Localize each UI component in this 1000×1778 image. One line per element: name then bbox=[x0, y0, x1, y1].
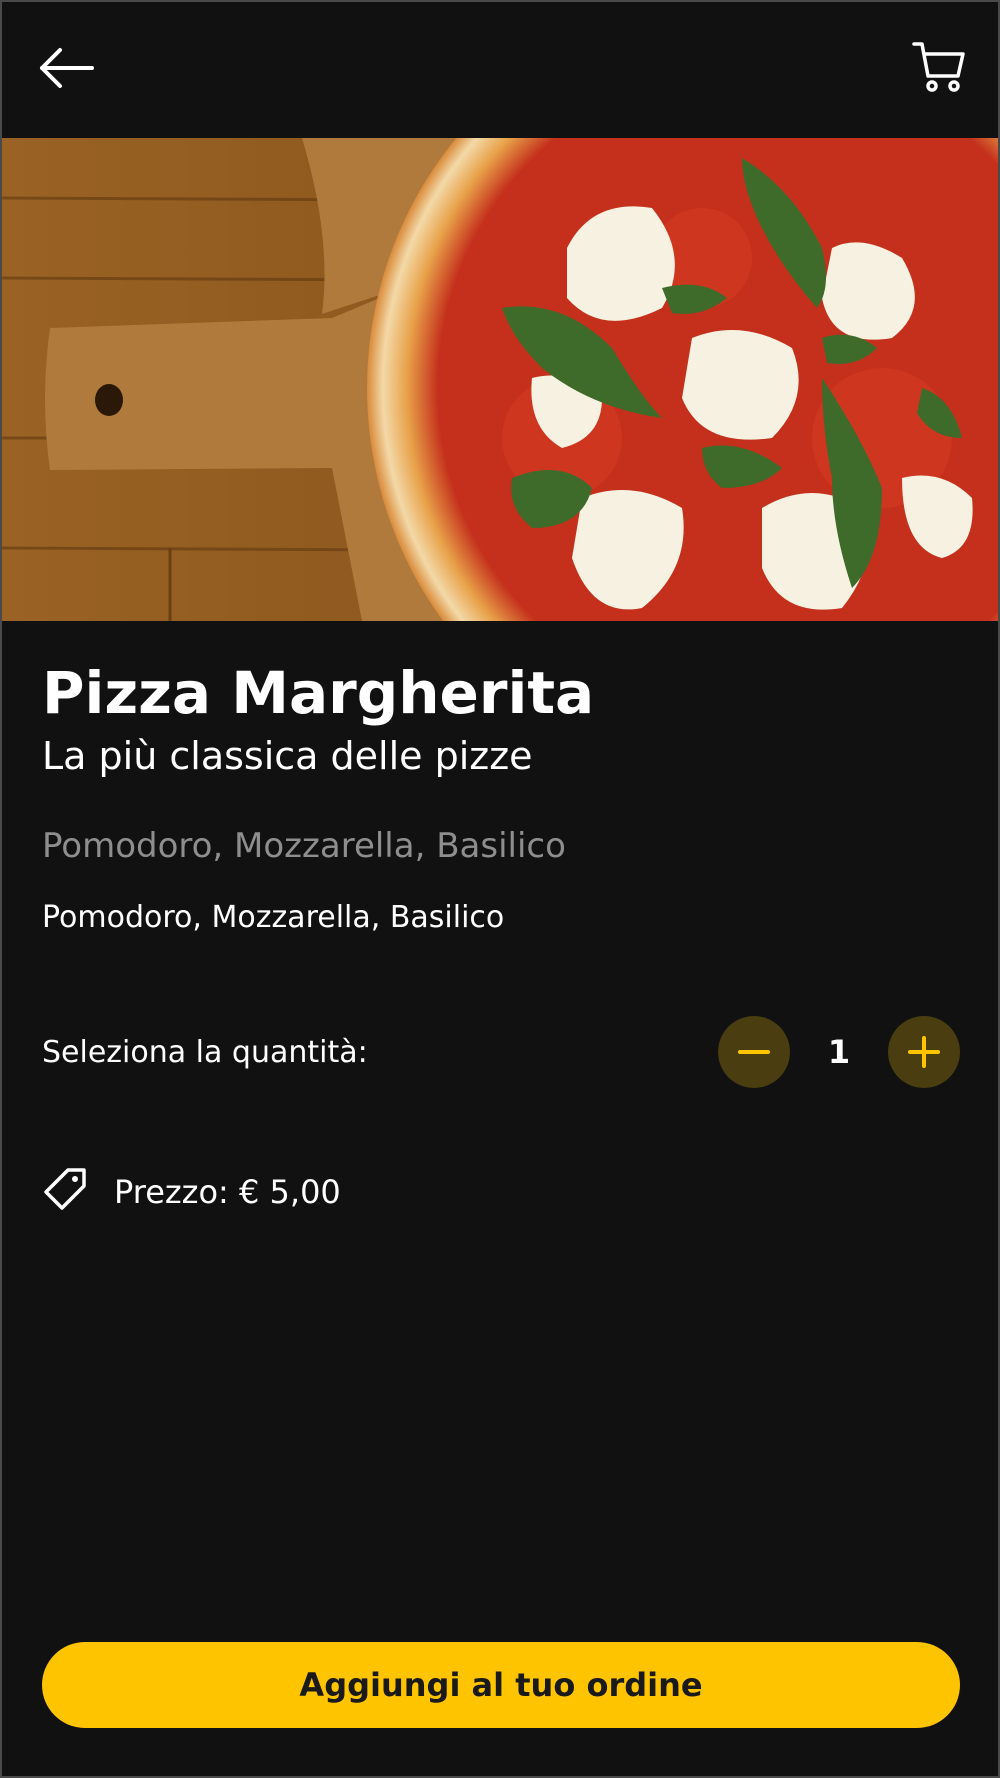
top-bar bbox=[2, 2, 998, 138]
product-tagline: La più classica delle pizze bbox=[42, 734, 533, 778]
minus-icon bbox=[738, 1050, 770, 1054]
price-row: Prezzo: € 5,00 bbox=[114, 1172, 341, 1212]
product-detail-screen: Pizza Margherita La più classica delle p… bbox=[0, 0, 1000, 1778]
back-button[interactable] bbox=[38, 42, 96, 94]
shopping-cart-icon bbox=[912, 42, 965, 92]
product-image bbox=[2, 138, 998, 621]
plus-icon bbox=[908, 1036, 940, 1068]
tag-icon bbox=[42, 1166, 88, 1212]
ingredients-muted: Pomodoro, Mozzarella, Basilico bbox=[42, 826, 566, 866]
increase-quantity-button[interactable] bbox=[888, 1016, 960, 1088]
ingredients-list: Pomodoro, Mozzarella, Basilico bbox=[42, 900, 505, 935]
cart-button[interactable] bbox=[912, 40, 966, 94]
price-value: € 5,00 bbox=[239, 1173, 341, 1211]
quantity-label: Seleziona la quantità: bbox=[42, 1035, 368, 1070]
add-to-order-button[interactable]: Aggiungi al tuo ordine bbox=[42, 1642, 960, 1728]
arrow-left-icon bbox=[40, 48, 94, 88]
quantity-value: 1 bbox=[827, 1033, 851, 1071]
price-label: Prezzo: bbox=[114, 1173, 229, 1211]
decrease-quantity-button[interactable] bbox=[718, 1016, 790, 1088]
product-title: Pizza Margherita bbox=[42, 659, 595, 727]
